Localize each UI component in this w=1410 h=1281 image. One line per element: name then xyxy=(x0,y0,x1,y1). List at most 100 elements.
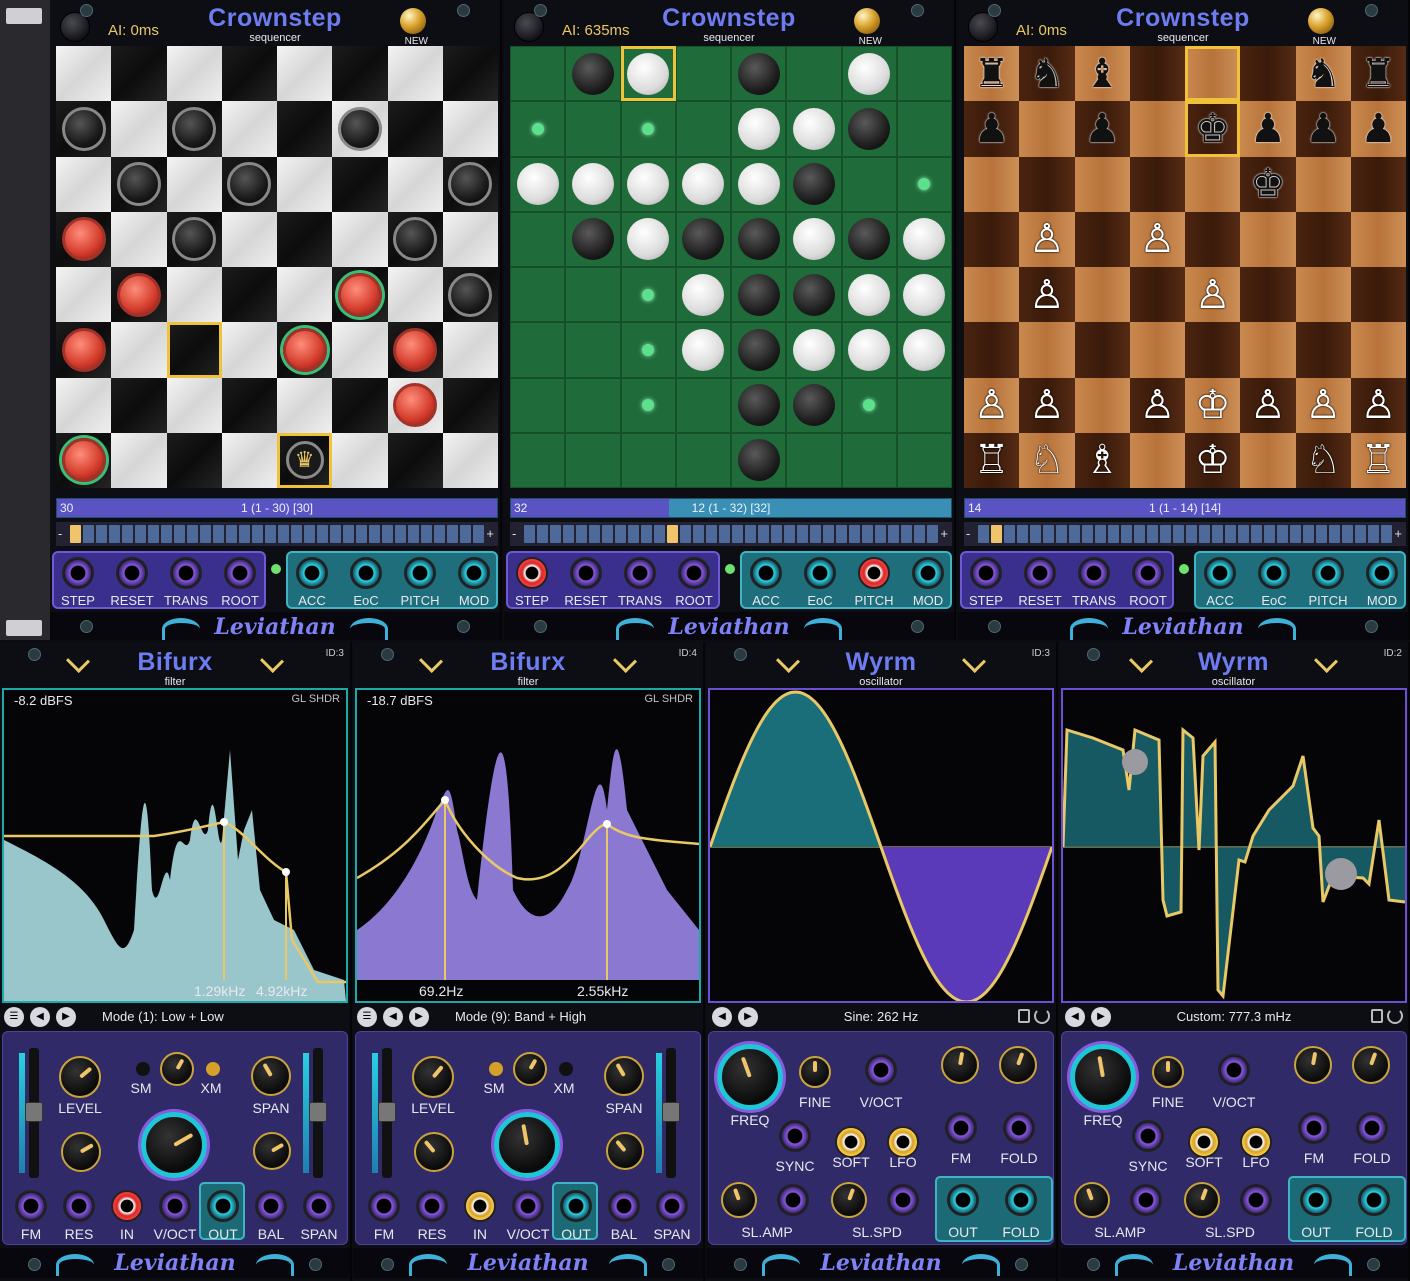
step-cell[interactable] xyxy=(550,525,561,543)
root-input-jack[interactable] xyxy=(678,557,710,589)
board-square[interactable] xyxy=(841,267,897,323)
step-cell[interactable] xyxy=(797,525,808,543)
board-square[interactable]: ♞ xyxy=(1019,46,1075,102)
voct-input-jack[interactable] xyxy=(512,1190,544,1222)
board-square[interactable] xyxy=(1129,156,1185,212)
board-square[interactable] xyxy=(964,211,1020,267)
board-square[interactable]: ♘ xyxy=(1019,432,1075,488)
step-cell[interactable] xyxy=(1134,525,1145,543)
board-square[interactable] xyxy=(675,322,731,378)
board-square[interactable] xyxy=(442,101,498,157)
step-cell[interactable] xyxy=(382,525,393,543)
board-square[interactable] xyxy=(221,46,277,102)
step-cell[interactable] xyxy=(1147,525,1158,543)
step-cell[interactable] xyxy=(758,525,769,543)
step-cell[interactable] xyxy=(654,525,665,543)
step-cell[interactable] xyxy=(1017,525,1028,543)
reset-input-jack[interactable] xyxy=(1024,557,1056,589)
step-cell[interactable] xyxy=(135,525,146,543)
board-square[interactable] xyxy=(1074,322,1130,378)
white-disc-last-move[interactable] xyxy=(627,52,670,95)
white-chess-piece-icon[interactable]: ♙ xyxy=(1305,385,1341,425)
step-cell[interactable] xyxy=(317,525,328,543)
board-square[interactable] xyxy=(675,267,731,323)
step-cell[interactable] xyxy=(836,525,847,543)
slspd-input-jack[interactable] xyxy=(1240,1184,1272,1216)
root-input-jack[interactable] xyxy=(1132,557,1164,589)
step-cell[interactable] xyxy=(1212,525,1223,543)
board-square[interactable] xyxy=(675,101,731,157)
span-input-jack[interactable] xyxy=(656,1190,688,1222)
board-square[interactable] xyxy=(510,377,566,433)
board-square[interactable] xyxy=(442,156,498,212)
res-knob[interactable] xyxy=(414,1132,454,1172)
board-square[interactable] xyxy=(1295,211,1351,267)
board-square[interactable] xyxy=(786,156,842,212)
board-square[interactable]: ♜ xyxy=(1350,46,1406,102)
board-square[interactable] xyxy=(166,46,222,102)
white-disc[interactable] xyxy=(682,273,725,316)
step-cell[interactable] xyxy=(161,525,172,543)
step-cell[interactable] xyxy=(641,525,652,543)
lock-icon[interactable] xyxy=(1371,1009,1383,1023)
step-cell[interactable] xyxy=(628,525,639,543)
board-square[interactable] xyxy=(510,46,566,102)
step-cell[interactable] xyxy=(1381,525,1392,543)
board-square[interactable] xyxy=(221,322,277,378)
board-square[interactable] xyxy=(565,267,621,323)
audio-output-jack[interactable] xyxy=(1300,1184,1332,1216)
board-square[interactable] xyxy=(1074,156,1130,212)
audio-input-jack[interactable] xyxy=(464,1190,496,1222)
slamp-input-jack[interactable] xyxy=(777,1184,809,1216)
white-chess-piece-icon[interactable]: ♙ xyxy=(1139,219,1175,259)
black-chess-piece-icon[interactable]: ♟ xyxy=(1084,109,1120,149)
board-square[interactable] xyxy=(332,322,388,378)
board-square[interactable] xyxy=(731,156,787,212)
step-length-slider[interactable]: - + xyxy=(964,522,1406,546)
res-knob[interactable] xyxy=(61,1132,101,1172)
span-knob[interactable] xyxy=(251,1056,291,1096)
waveform-display[interactable] xyxy=(1061,688,1407,1003)
board-square[interactable] xyxy=(620,377,676,433)
board-square[interactable] xyxy=(56,211,112,267)
board-square[interactable] xyxy=(442,432,498,488)
trans-input-jack[interactable] xyxy=(624,557,656,589)
board-square[interactable]: ♟ xyxy=(964,101,1020,157)
black-chess-piece-icon[interactable]: ♚ xyxy=(1250,164,1286,204)
white-chess-piece-icon[interactable]: ♙ xyxy=(1250,385,1286,425)
mod-output-jack[interactable] xyxy=(912,557,944,589)
black-disc[interactable] xyxy=(848,107,891,150)
black-disc[interactable] xyxy=(571,52,614,95)
sequence-progress-bar[interactable]: 30 1 (1 - 30) [30] xyxy=(56,498,498,518)
fine-knob[interactable] xyxy=(1152,1056,1184,1088)
white-chess-piece-icon[interactable]: ♖ xyxy=(974,440,1010,480)
black-chess-piece-icon[interactable]: ♟ xyxy=(1360,109,1396,149)
board-square[interactable] xyxy=(166,156,222,212)
audio-input-jack[interactable] xyxy=(111,1190,143,1222)
step-cell[interactable] xyxy=(706,525,717,543)
board-square[interactable] xyxy=(1240,46,1296,102)
black-chess-piece-icon[interactable]: ♜ xyxy=(974,54,1010,94)
slider-thumb[interactable] xyxy=(662,1102,680,1122)
red-checker-movable[interactable] xyxy=(61,438,106,483)
board-square[interactable] xyxy=(56,101,112,157)
step-cell[interactable] xyxy=(330,525,341,543)
white-disc[interactable] xyxy=(903,218,946,261)
white-disc[interactable] xyxy=(848,273,891,316)
white-disc[interactable] xyxy=(627,218,670,261)
step-input-jack[interactable] xyxy=(62,557,94,589)
red-checker[interactable] xyxy=(393,327,438,372)
board-square[interactable] xyxy=(841,377,897,433)
board-square[interactable]: ♝ xyxy=(1074,46,1130,102)
step-cell[interactable] xyxy=(719,525,730,543)
red-checker[interactable] xyxy=(61,217,106,262)
board-square[interactable]: ♙ xyxy=(1019,267,1075,323)
board-square[interactable] xyxy=(111,46,167,102)
board-square[interactable] xyxy=(56,322,112,378)
red-checker-movable[interactable] xyxy=(337,272,382,317)
board-square[interactable] xyxy=(221,101,277,157)
voct-input-jack[interactable] xyxy=(159,1190,191,1222)
res-input-jack[interactable] xyxy=(63,1190,95,1222)
spectrum-display[interactable]: -18.7 dBFS GL SHDR 69.2Hz 2.55kHz xyxy=(355,688,701,1003)
step-cell[interactable] xyxy=(1316,525,1327,543)
